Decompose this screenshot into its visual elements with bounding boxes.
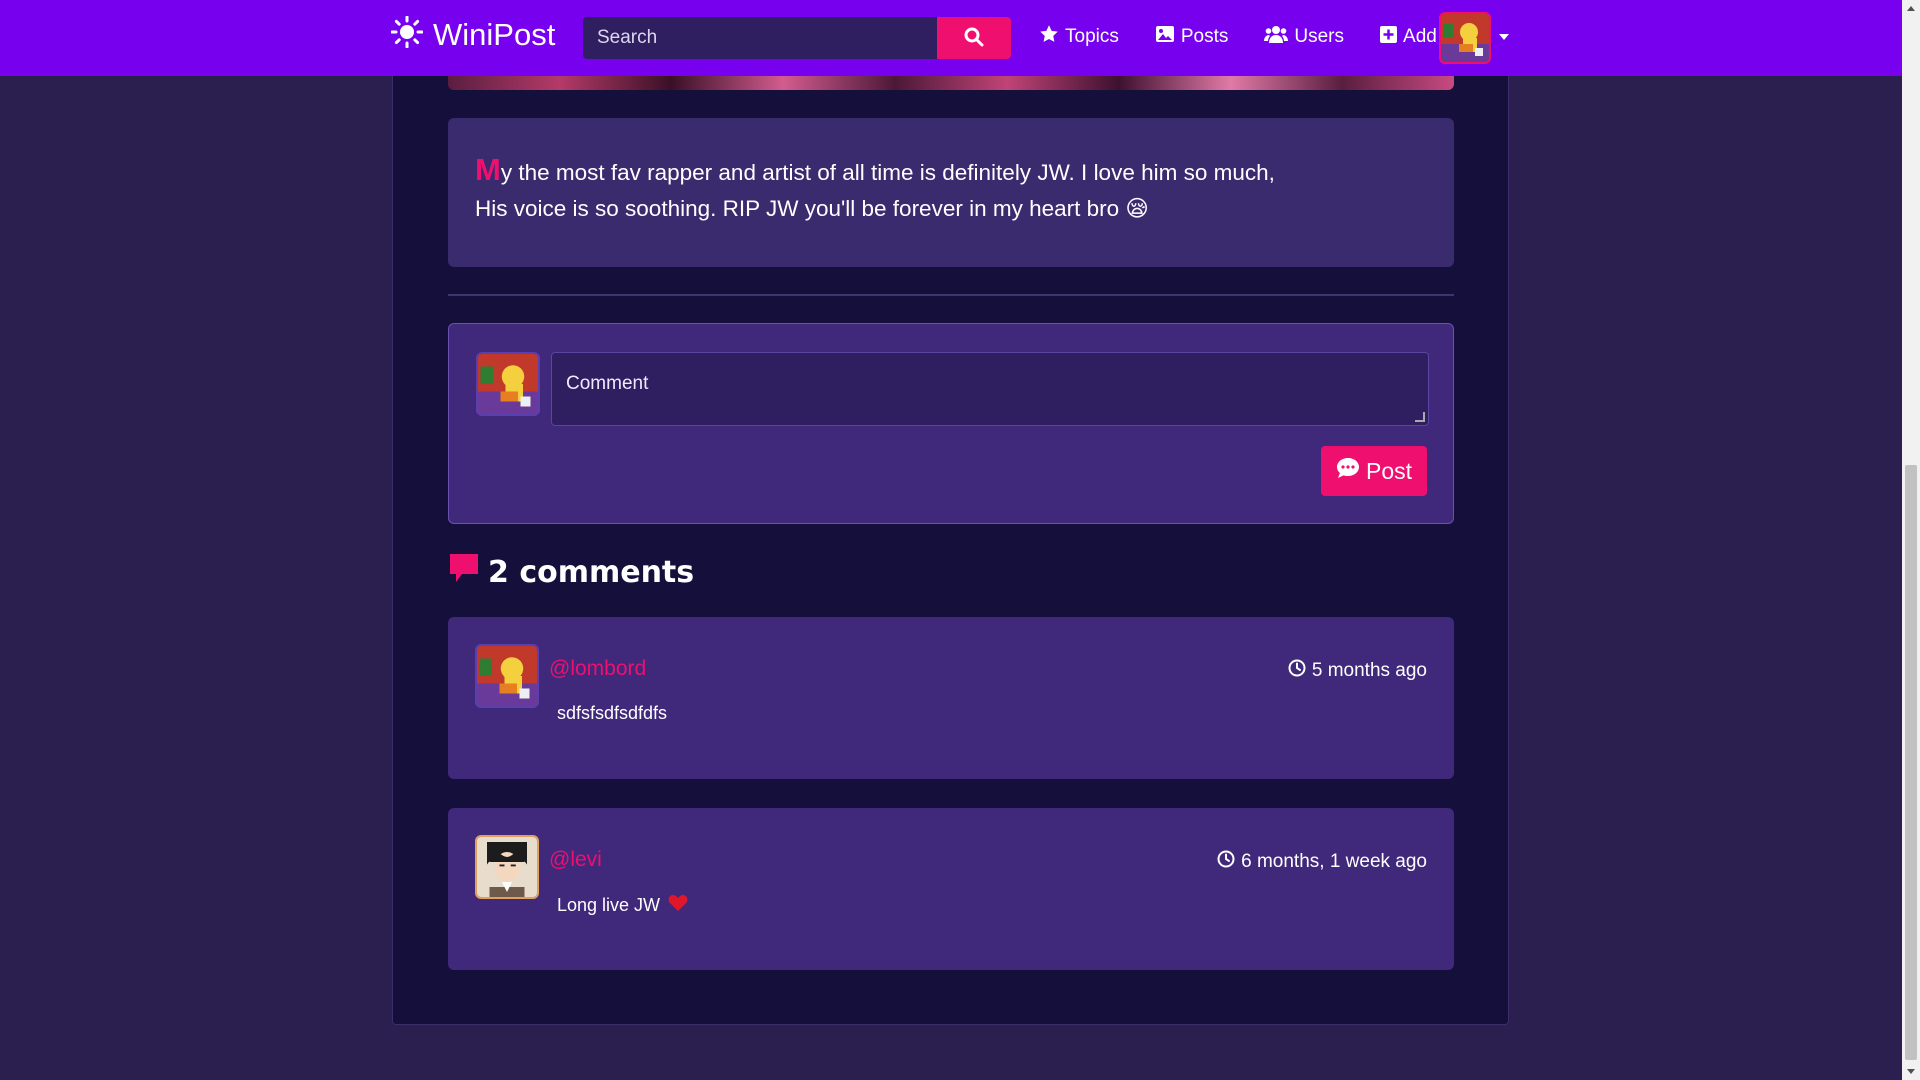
users-icon (1264, 25, 1289, 49)
comment-input[interactable] (551, 352, 1429, 426)
comment-text: sdfsfsdfsdfdfs (557, 703, 668, 723)
comment-card: @lombord 5 months ago sdfsfsdfsdfdfs (448, 617, 1454, 779)
navbar: WiniPost Topics Posts (0, 0, 1902, 76)
sleepy-emoji: 😪 (1125, 196, 1149, 221)
comment-timestamp: 6 months, 1 week ago (1217, 850, 1427, 874)
post-body: My the most fav rapper and artist of all… (448, 118, 1454, 267)
image-icon (1155, 25, 1175, 49)
comment-username[interactable]: @levi (549, 848, 602, 872)
search-form (583, 17, 1011, 59)
comment-form-avatar (476, 352, 540, 416)
comments-heading: 2 comments (448, 552, 694, 592)
comment-form: Post (448, 323, 1454, 524)
nav-topics[interactable]: Topics (1039, 24, 1119, 50)
comment-avatar[interactable] (475, 835, 539, 899)
nav-posts-label: Posts (1180, 26, 1229, 47)
comments-count: 2 comments (488, 554, 695, 590)
comment-timestamp: 5 months ago (1288, 659, 1427, 683)
clock-icon (1217, 850, 1235, 874)
post-comment-label: Post (1365, 457, 1413, 484)
nav-add-label: Add (1403, 26, 1437, 47)
post-drop-letter: M (475, 152, 501, 187)
nav-topics-label: Topics (1065, 26, 1119, 47)
comment-text: Long live JW (557, 894, 688, 917)
post-body-line2: His voice is so soothing. RIP JW you'll … (475, 196, 1149, 221)
comment-dots-icon (1336, 457, 1360, 485)
nav-add[interactable]: Add (1380, 24, 1437, 50)
post-comment-button[interactable]: Post (1321, 446, 1427, 496)
page-scrollbar[interactable] (1902, 0, 1920, 1080)
brand-name: WiniPost (433, 16, 556, 52)
comment-bubble-icon (448, 552, 480, 592)
resize-handle[interactable] (1415, 412, 1425, 422)
scroll-up-arrow-icon[interactable] (1907, 6, 1915, 11)
divider (448, 294, 1454, 296)
scroll-down-arrow-icon[interactable] (1907, 1069, 1915, 1074)
brand-logo[interactable]: WiniPost (390, 15, 556, 53)
comment-avatar[interactable] (475, 644, 539, 708)
comment-username[interactable]: @lombord (549, 657, 646, 681)
search-button[interactable] (937, 17, 1011, 59)
user-menu-caret-icon[interactable] (1499, 34, 1509, 40)
heart-icon (668, 894, 688, 917)
search-icon (964, 27, 984, 50)
nav-posts[interactable]: Posts (1155, 24, 1229, 50)
comment-card: @levi 6 months, 1 week ago Long live JW (448, 808, 1454, 970)
post-body-line1: My the most fav rapper and artist of all… (475, 152, 1275, 187)
star-icon (1039, 24, 1059, 50)
nav-links: Topics Posts Users Add (1039, 24, 1437, 50)
nav-users[interactable]: Users (1264, 24, 1344, 50)
user-avatar[interactable] (1439, 12, 1491, 64)
search-input[interactable] (583, 17, 937, 59)
scroll-thumb[interactable] (1905, 465, 1917, 1060)
clock-icon (1288, 659, 1306, 683)
sun-icon (390, 15, 424, 53)
nav-users-label: Users (1294, 26, 1345, 47)
plus-square-icon (1380, 25, 1398, 49)
